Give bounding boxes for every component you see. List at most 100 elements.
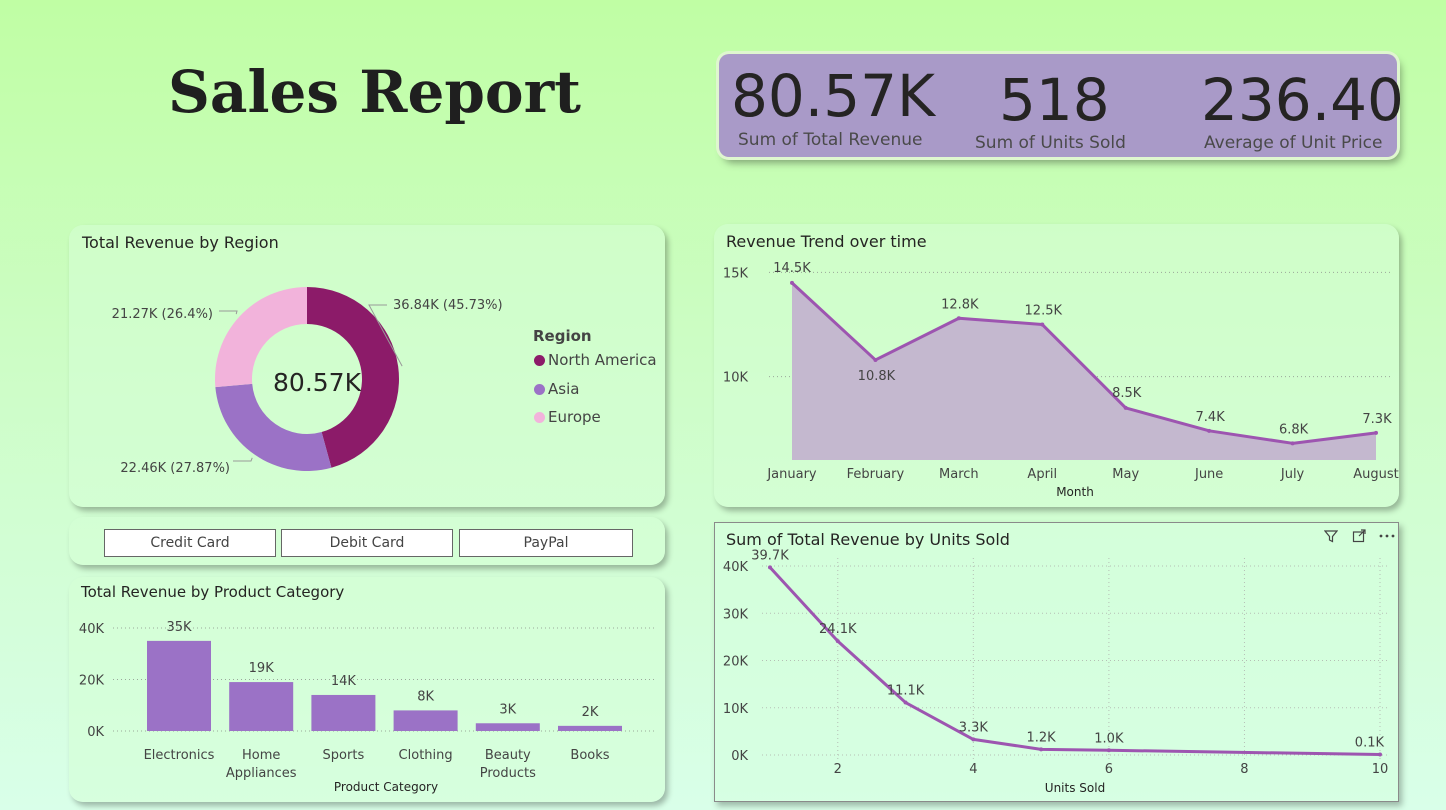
trend-point-march[interactable] (956, 316, 961, 321)
trend-point-january[interactable] (790, 280, 794, 285)
legend-item-north-america[interactable]: North America (534, 351, 657, 369)
units-point[interactable] (1378, 752, 1382, 757)
kpi-total-revenue-label: Sum of Total Revenue (738, 130, 923, 150)
units-x-tick: 4 (969, 762, 977, 777)
trend-data-label-march: 12.8K (941, 297, 979, 312)
trend-y-tick: 15K (723, 266, 749, 281)
category-bar-chart[interactable]: 0K 20K 40K 35K Electronics 19K Home Appliances 1… (69, 577, 665, 802)
trend-y-tick: 10K (723, 371, 749, 386)
legend-label-north-america: North America (548, 351, 657, 369)
region-legend-title: Region (533, 327, 592, 345)
trend-point-may[interactable] (1123, 405, 1128, 410)
units-x-tick: 2 (834, 762, 842, 777)
trend-point-april[interactable] (1040, 322, 1045, 327)
bar-data-label-books: 2K (582, 705, 599, 720)
units-x-tick: 8 (1240, 762, 1248, 777)
trend-x-tick-april: April (1027, 467, 1057, 482)
donut-leader-line (219, 310, 238, 315)
bar-clothing[interactable] (393, 710, 458, 731)
bar-books[interactable] (558, 725, 622, 731)
units-y-tick: 10K (723, 702, 749, 717)
legend-dot-asia (534, 384, 545, 395)
kpi-units-sold-label: Sum of Units Sold (975, 133, 1126, 153)
trend-data-label-july: 6.8K (1279, 422, 1309, 437)
units-data-label: 1.2K (1027, 730, 1057, 745)
bar-x-tick-home-appliances: Appliances (226, 766, 297, 781)
units-data-label: 11.1K (887, 684, 925, 699)
trend-point-june[interactable] (1207, 428, 1212, 433)
trend-data-label-april: 12.5K (1025, 304, 1063, 319)
bar-x-tick-beauty-products: Beauty (485, 748, 531, 763)
trend-data-label-august: 7.3K (1362, 412, 1392, 427)
units-point[interactable] (903, 700, 908, 705)
trend-x-tick-august: August (1353, 467, 1399, 482)
units-line-chart[interactable]: 0K 10K 20K 30K 40K 2 4 6 8 10 39.7K 24.1K 11.1K 3.3K 1… (714, 522, 1399, 802)
units-y-tick: 40K (723, 560, 749, 575)
donut-leader-line (233, 457, 253, 462)
kpi-unit-price-value: 236.40 (1201, 66, 1404, 134)
bar-x-tick-electronics: Electronics (144, 748, 215, 763)
trend-data-label-june: 7.4K (1196, 410, 1226, 425)
donut-data-label-north-america: 36.84K (45.73%) (393, 298, 503, 313)
trend-x-tick-january: January (766, 467, 817, 482)
legend-item-asia[interactable]: Asia (534, 380, 579, 398)
trend-x-tick-july: July (1280, 467, 1305, 482)
bar-x-tick-books: Books (570, 748, 609, 763)
units-point[interactable] (1039, 747, 1044, 752)
bar-sports[interactable] (311, 694, 376, 731)
kpi-unit-price-label: Average of Unit Price (1204, 133, 1383, 153)
units-x-tick: 10 (1372, 762, 1389, 777)
trend-data-label-may: 8.5K (1112, 386, 1142, 401)
legend-label-asia: Asia (548, 380, 580, 398)
units-data-label: 24.1K (819, 622, 857, 637)
bar-beauty-products[interactable] (475, 723, 540, 731)
legend-label-europe: Europe (548, 408, 601, 426)
units-point[interactable] (768, 565, 772, 570)
donut-data-label-europe: 21.27K (26.4%) (112, 307, 213, 322)
trend-point-july[interactable] (1290, 441, 1295, 446)
units-y-tick: 0K (731, 749, 748, 764)
kpi-total-revenue-value: 80.57K (731, 62, 936, 130)
units-y-tick: 30K (723, 607, 749, 622)
trend-x-tick-may: May (1112, 467, 1139, 482)
bar-data-label-clothing: 8K (417, 689, 434, 704)
trend-area-chart[interactable]: 10K 15K 14.5K January 10.8K February 12.8K Marc… (714, 224, 1399, 507)
bar-x-axis-title: Product Category (334, 780, 438, 794)
trend-data-label-january: 14.5K (773, 261, 811, 276)
units-data-label: 0.1K (1355, 736, 1385, 751)
bar-y-tick: 40K (79, 622, 105, 637)
bar-data-label-sports: 14K (331, 674, 357, 689)
trend-x-axis-title: Month (1056, 485, 1094, 499)
donut-data-label-asia: 22.46K (27.87%) (120, 461, 230, 476)
bar-x-tick-sports: Sports (323, 748, 365, 763)
bar-y-tick: 20K (79, 674, 105, 689)
units-point[interactable] (971, 737, 976, 742)
kpi-units-sold-value: 518 (999, 66, 1110, 134)
trend-x-tick-february: February (847, 467, 905, 482)
trend-x-tick-june: June (1194, 467, 1223, 482)
legend-dot-europe (534, 412, 545, 423)
slicer-paypal-button[interactable]: PayPal (459, 529, 633, 557)
slicer-debit-card-button[interactable]: Debit Card (281, 529, 453, 557)
slicer-credit-card-button[interactable]: Credit Card (104, 529, 276, 557)
kpi-band: 80.57K Sum of Total Revenue 518 Sum of U… (719, 54, 1404, 157)
units-point[interactable] (1106, 748, 1111, 753)
trend-data-label-february: 10.8K (858, 369, 896, 384)
bar-home-appliances[interactable] (229, 682, 294, 731)
page-title: Sales Report (168, 58, 581, 126)
trend-point-august[interactable] (1374, 430, 1378, 435)
bar-electronics[interactable] (147, 640, 211, 731)
units-y-tick: 20K (723, 655, 749, 670)
trend-point-february[interactable] (873, 357, 878, 362)
units-data-label: 39.7K (751, 548, 789, 563)
donut-center-label: 80.57K (273, 368, 362, 397)
units-point[interactable] (835, 639, 840, 644)
bar-y-tick: 0K (87, 725, 104, 740)
units-x-tick: 6 (1105, 762, 1113, 777)
bar-x-tick-home-appliances: Home (242, 748, 280, 763)
bar-data-label-electronics: 35K (166, 620, 192, 635)
units-data-label: 1.0K (1094, 731, 1124, 746)
bar-x-tick-beauty-products: Products (480, 766, 536, 781)
bar-data-label-beauty-products: 3K (499, 702, 516, 717)
legend-item-europe[interactable]: Europe (534, 408, 601, 426)
